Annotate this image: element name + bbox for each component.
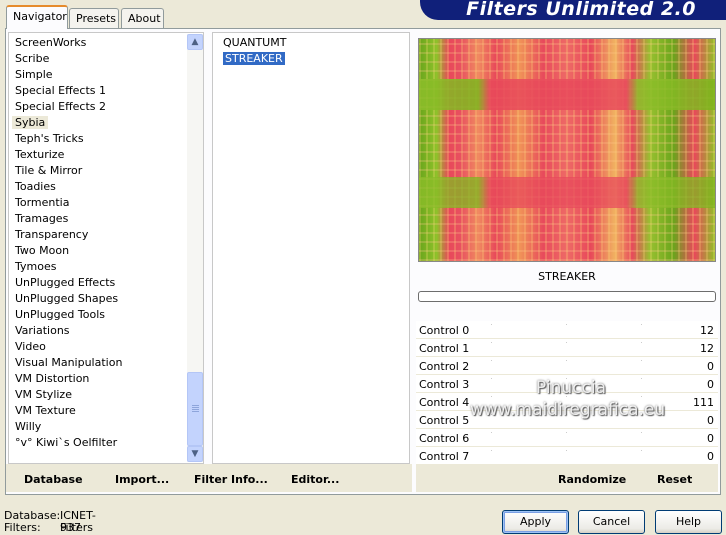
category-item[interactable]: Transparency xyxy=(9,227,203,243)
import-link[interactable]: Import... xyxy=(115,473,169,486)
control-label: Control 0 xyxy=(419,324,470,337)
filters-count: 937 xyxy=(60,521,81,534)
control-value: 0 xyxy=(707,450,714,463)
category-item[interactable]: UnPlugged Shapes xyxy=(9,291,203,307)
filter-item-label: STREAKER xyxy=(223,52,285,65)
filter-list[interactable]: QUANTUMT STREAKER xyxy=(212,32,410,464)
control-value: 0 xyxy=(707,378,714,391)
control-slider[interactable]: Control 2 0 xyxy=(416,357,718,375)
category-item[interactable]: Special Effects 2 xyxy=(9,99,203,115)
control-slider[interactable]: Control 0 12 xyxy=(416,321,718,339)
tab-navigator[interactable]: Navigator xyxy=(6,5,68,29)
category-item[interactable]: Texturize xyxy=(9,147,203,163)
control-slider[interactable]: Control 7 0 xyxy=(416,447,718,465)
category-item[interactable]: Two Moon xyxy=(9,243,203,259)
category-item[interactable]: Variations xyxy=(9,323,203,339)
filter-item-label: QUANTUMT xyxy=(223,36,287,49)
reset-link[interactable]: Reset xyxy=(657,473,692,486)
scroll-thumb[interactable] xyxy=(187,372,203,446)
filter-item[interactable]: STREAKER xyxy=(213,51,409,67)
category-list[interactable]: ScreenWorks Scribe Simple Special Effects 1… xyxy=(8,32,204,464)
watermark-name: Pinuccia xyxy=(536,378,606,398)
control-value: 0 xyxy=(707,432,714,445)
category-item[interactable]: UnPlugged Tools xyxy=(9,307,203,323)
category-item[interactable]: °v° Kiwi`s Oelfilter xyxy=(9,435,203,451)
control-value: 12 xyxy=(700,324,714,337)
category-item[interactable]: VM Stylize xyxy=(9,387,203,403)
category-item-label: Sybia xyxy=(12,116,49,129)
control-label: Control 3 xyxy=(419,378,470,391)
category-item[interactable]: Toadies xyxy=(9,179,203,195)
progress-bar xyxy=(418,291,716,302)
app-title: Filters Unlimited 2.0 xyxy=(466,0,696,20)
control-label: Control 1 xyxy=(419,342,470,355)
control-value: 0 xyxy=(707,360,714,373)
category-item[interactable]: Teph's Tricks xyxy=(9,131,203,147)
watermark-url: www.maidiregrafica.eu xyxy=(470,400,666,420)
preview-band xyxy=(419,176,715,208)
category-item[interactable]: Special Effects 1 xyxy=(9,83,203,99)
category-item[interactable]: VM Distortion xyxy=(9,371,203,387)
category-item[interactable]: Scribe xyxy=(9,51,203,67)
navigator-toolbar: Database Import... Filter Info... Editor… xyxy=(6,464,412,492)
control-slider[interactable]: Control 1 12 xyxy=(416,339,718,357)
control-label: Control 2 xyxy=(419,360,470,373)
scroll-down-button[interactable]: ▼ xyxy=(187,446,203,462)
tab-about[interactable]: About xyxy=(121,8,164,28)
category-scrollbar[interactable]: ▲ ▼ xyxy=(187,34,203,462)
cancel-button[interactable]: Cancel xyxy=(578,510,645,534)
category-item[interactable]: Tormentia xyxy=(9,195,203,211)
control-value: 111 xyxy=(693,396,714,409)
category-item[interactable]: Tile & Mirror xyxy=(9,163,203,179)
tab-presets[interactable]: Presets xyxy=(69,8,119,28)
filter-name-label: STREAKER xyxy=(538,270,596,283)
category-item[interactable]: Tymoes xyxy=(9,259,203,275)
apply-button[interactable]: Apply xyxy=(502,510,569,534)
editor-link[interactable]: Editor... xyxy=(291,473,339,486)
control-value: 0 xyxy=(707,414,714,427)
preview-band xyxy=(419,78,715,111)
filter-item[interactable]: QUANTUMT xyxy=(213,35,409,51)
category-item[interactable]: Willy xyxy=(9,419,203,435)
control-slider[interactable]: Control 6 0 xyxy=(416,429,718,447)
status-info: Database: ICNET-Filters Filters: 937 xyxy=(4,510,96,534)
control-label: Control 4 xyxy=(419,396,470,409)
category-item[interactable]: VM Texture xyxy=(9,403,203,419)
control-label: Control 6 xyxy=(419,432,470,445)
control-label: Control 5 xyxy=(419,414,470,427)
category-item[interactable]: Tramages xyxy=(9,211,203,227)
filter-preview-image xyxy=(418,38,716,262)
category-item[interactable]: UnPlugged Effects xyxy=(9,275,203,291)
control-value: 12 xyxy=(700,342,714,355)
scroll-up-button[interactable]: ▲ xyxy=(187,34,203,50)
category-item[interactable]: Sybia xyxy=(9,115,203,131)
database-link[interactable]: Database xyxy=(24,473,83,486)
help-button[interactable]: Help xyxy=(655,510,722,534)
category-item[interactable]: ScreenWorks xyxy=(9,35,203,51)
category-item[interactable]: Video xyxy=(9,339,203,355)
category-item[interactable]: Visual Manipulation xyxy=(9,355,203,371)
control-label: Control 7 xyxy=(419,450,470,463)
controls-toolbar: Randomize Reset xyxy=(416,464,718,492)
filter-info-link[interactable]: Filter Info... xyxy=(194,473,268,486)
category-item[interactable]: Simple xyxy=(9,67,203,83)
app-title-banner: Filters Unlimited 2.0 xyxy=(420,0,726,20)
filters-label: Filters: xyxy=(4,521,41,534)
randomize-link[interactable]: Randomize xyxy=(558,473,626,486)
